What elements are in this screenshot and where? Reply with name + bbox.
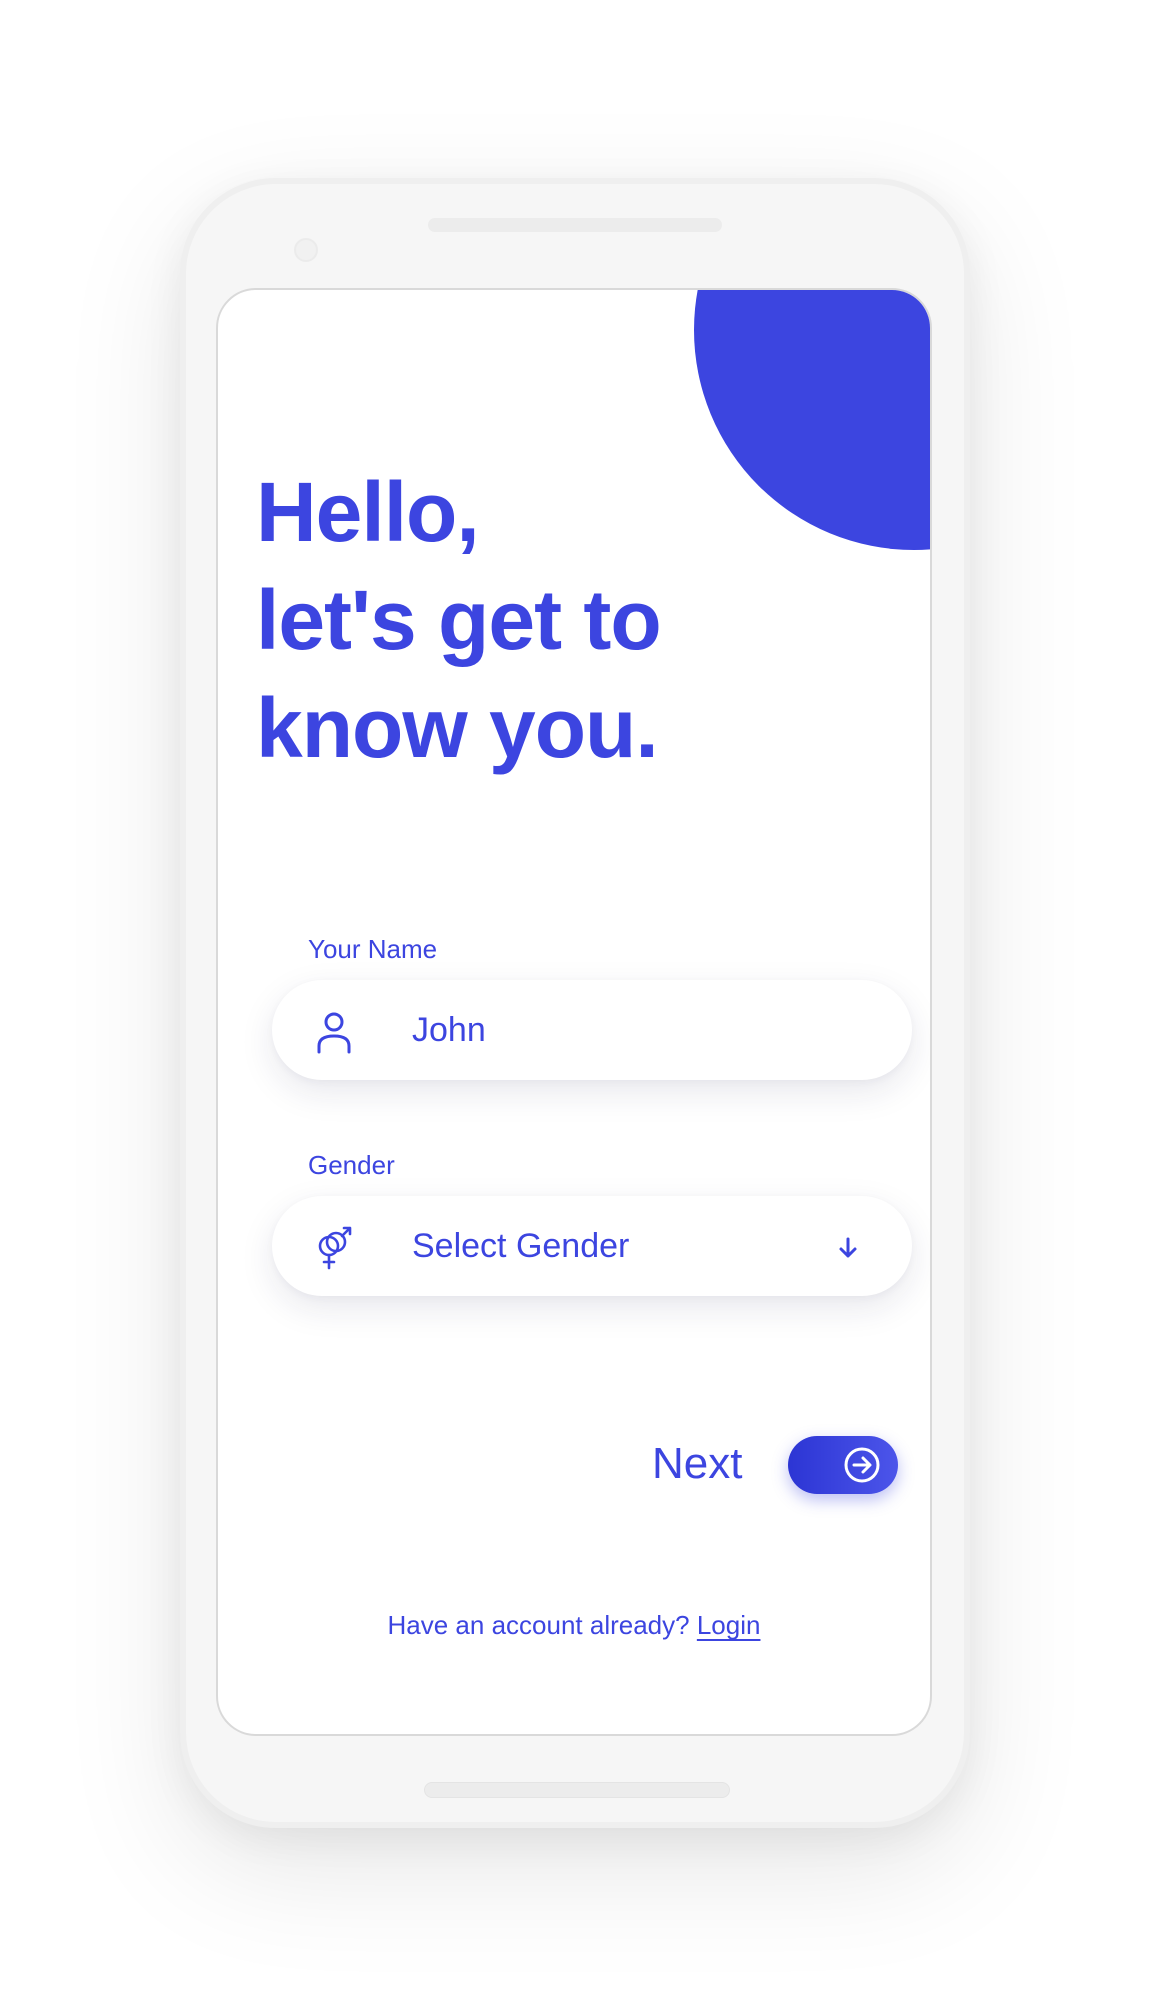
gender-select[interactable]: Select Gender [272, 1196, 912, 1296]
login-link[interactable]: Login [697, 1610, 761, 1640]
next-label[interactable]: Next [652, 1438, 742, 1490]
phone-speaker [428, 218, 722, 232]
title-line-1: Hello, [256, 465, 480, 559]
login-prompt: Have an account already? Login [218, 1610, 930, 1641]
title-line-2: let's get to [256, 573, 662, 667]
gender-value: Select Gender [412, 1227, 630, 1265]
login-prompt-text: Have an account already? [387, 1610, 690, 1640]
arrow-right-circle-icon [844, 1447, 880, 1483]
next-button[interactable] [788, 1436, 898, 1494]
app-screen: Hello, let's get to know you. Your Name … [216, 288, 932, 1736]
arrow-down-icon[interactable] [836, 1236, 860, 1260]
phone-home-bar [424, 1782, 730, 1798]
mockup-stage: Hello, let's get to know you. Your Name … [0, 0, 1160, 2012]
name-label: Your Name [308, 934, 438, 964]
title-line-3: know you. [256, 681, 659, 775]
gender-label: Gender [308, 1150, 395, 1180]
user-icon [317, 1012, 351, 1054]
gender-icon [318, 1226, 352, 1270]
decorative-circle [694, 290, 930, 550]
page-title: Hello, let's get to know you. [256, 458, 662, 782]
name-value: John [412, 1011, 486, 1049]
name-input[interactable]: John [272, 980, 912, 1080]
phone-camera [294, 238, 318, 262]
